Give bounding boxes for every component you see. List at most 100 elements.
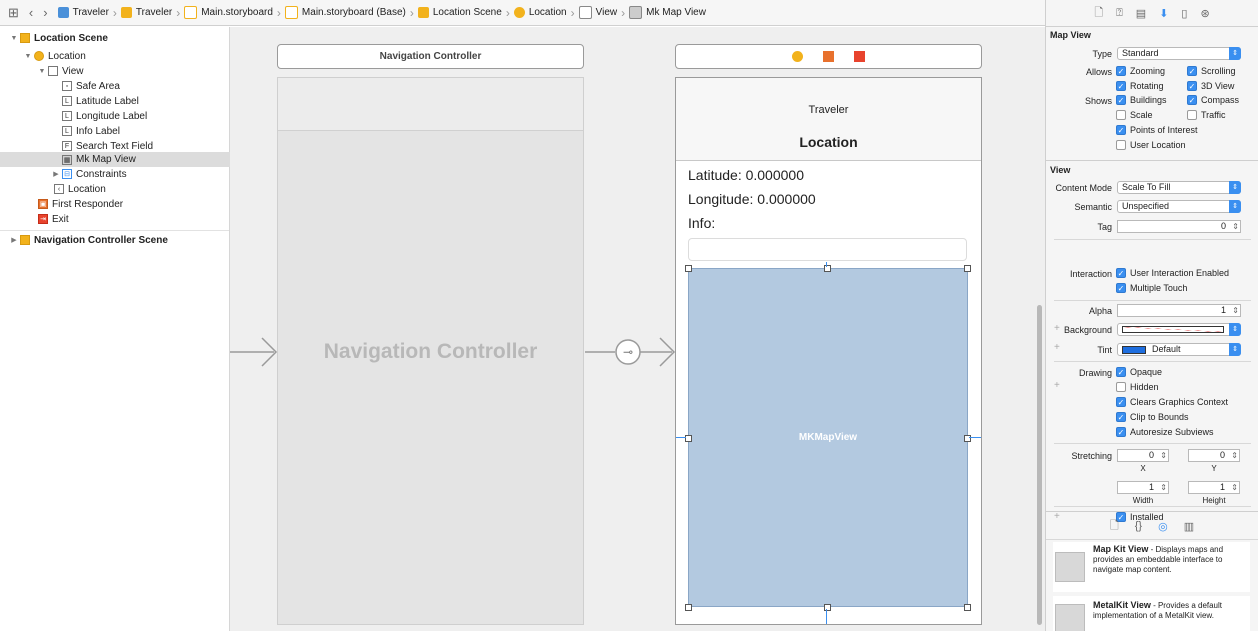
file-inspector-icon[interactable]: 🗋: [1094, 4, 1103, 23]
tag-field[interactable]: 0 ⇕: [1117, 220, 1241, 233]
breadcrumb-project[interactable]: Traveler ›: [57, 6, 117, 20]
stepper-icon[interactable]: ⇕: [1232, 221, 1239, 232]
constraint-line[interactable]: [676, 437, 686, 438]
outline-first-responder[interactable]: ▣ First Responder: [0, 197, 265, 211]
hidden-checkbox[interactable]: Hidden: [1116, 382, 1159, 392]
stepper-icon[interactable]: ⇕: [1160, 450, 1167, 461]
constraint-line[interactable]: [969, 437, 981, 438]
exit-icon[interactable]: [854, 51, 865, 62]
add-variation-icon[interactable]: +: [1054, 380, 1060, 391]
navigation-controller-scene-bar[interactable]: Navigation Controller: [277, 44, 584, 69]
disclosure-open-icon[interactable]: ▼: [38, 68, 46, 75]
breadcrumb-map-view[interactable]: Mk Map View: [629, 6, 706, 19]
outline-exit[interactable]: ⇥ Exit: [0, 212, 265, 226]
tint-color-popup[interactable]: Default ⇕: [1117, 343, 1241, 356]
outline-view[interactable]: ▼ View: [0, 64, 267, 78]
3d-view-checkbox[interactable]: ✓ 3D View: [1187, 81, 1234, 91]
tag-label: Tag: [1097, 222, 1112, 232]
library-item-metalkit-view[interactable]: MetalKit View - Provides a default imple…: [1053, 596, 1250, 631]
constraint-line[interactable]: [826, 609, 827, 624]
object-library-icon[interactable]: ◎: [1158, 520, 1168, 533]
scale-checkbox[interactable]: Scale: [1116, 110, 1153, 120]
location-scene-bar[interactable]: [675, 44, 982, 69]
resize-handle[interactable]: [964, 265, 971, 272]
opaque-checkbox[interactable]: ✓ Opaque: [1116, 367, 1162, 377]
constraint-line[interactable]: [826, 262, 827, 267]
back-icon[interactable]: ‹: [29, 5, 33, 20]
clip-to-bounds-checkbox[interactable]: ✓ Clip to Bounds: [1116, 412, 1189, 422]
disclosure-closed-icon[interactable]: ▶: [52, 170, 60, 178]
breadcrumb-folder[interactable]: Traveler ›: [120, 6, 180, 20]
first-responder-icon[interactable]: [823, 51, 834, 62]
scrolling-checkbox[interactable]: ✓ Scrolling: [1187, 66, 1236, 76]
forward-icon[interactable]: ›: [43, 5, 47, 20]
file-template-icon[interactable]: 🗋: [1110, 517, 1119, 536]
divider: [1054, 361, 1251, 362]
segue-relationship-icon[interactable]: ⊸: [618, 342, 638, 362]
stepper-icon[interactable]: ⇕: [1232, 305, 1239, 316]
autoresize-subviews-checkbox[interactable]: ✓ Autoresize Subviews: [1116, 427, 1214, 437]
background-color-popup[interactable]: ⇕: [1117, 323, 1241, 336]
stepper-icon[interactable]: ⇕: [1160, 482, 1167, 493]
stretch-height-field[interactable]: 1 ⇕: [1188, 481, 1240, 494]
section-header-map-view: Map View: [1050, 30, 1091, 40]
mk-map-view-label: MKMapView: [798, 432, 858, 443]
clears-graphics-context-checkbox[interactable]: ✓ Clears Graphics Context: [1116, 397, 1228, 407]
info-label[interactable]: Info:: [688, 215, 715, 231]
resize-handle[interactable]: [685, 435, 692, 442]
code-snippet-icon[interactable]: {}: [1135, 520, 1142, 532]
exit-icon: ⇥: [38, 214, 48, 224]
media-library-icon[interactable]: ▥: [1184, 520, 1194, 533]
breadcrumb-view[interactable]: View ›: [578, 6, 625, 20]
disclosure-closed-icon[interactable]: ▶: [10, 236, 18, 244]
resize-handle[interactable]: [685, 265, 692, 272]
disclosure-open-icon[interactable]: ▼: [24, 53, 32, 60]
content-mode-popup[interactable]: Scale To Fill ⇕: [1117, 181, 1241, 194]
compass-checkbox[interactable]: ✓ Compass: [1187, 95, 1239, 105]
breadcrumb-storyboard-base[interactable]: Main.storyboard (Base) ›: [284, 6, 414, 20]
view-controller-icon[interactable]: [792, 51, 803, 62]
resize-handle[interactable]: [685, 604, 692, 611]
rotating-checkbox[interactable]: ✓ Rotating: [1116, 81, 1164, 91]
connections-inspector-icon[interactable]: ⊛: [1200, 7, 1209, 20]
breadcrumb-view-controller[interactable]: Location ›: [513, 6, 575, 20]
stretch-y-field[interactable]: 0 ⇕: [1188, 449, 1240, 462]
longitude-label[interactable]: Longitude: 0.000000: [688, 191, 816, 207]
mk-map-view[interactable]: MKMapView: [688, 268, 968, 607]
user-location-checkbox[interactable]: User Location: [1116, 140, 1186, 150]
size-inspector-icon[interactable]: ▯: [1181, 7, 1187, 20]
scene-icon: [20, 235, 30, 245]
stepper-icon[interactable]: ⇕: [1231, 482, 1238, 493]
stepper-icon[interactable]: ⇕: [1231, 450, 1238, 461]
buildings-checkbox[interactable]: ✓ Buildings: [1116, 95, 1167, 105]
identity-inspector-icon[interactable]: ▤: [1136, 7, 1146, 20]
type-popup[interactable]: Standard ⇕: [1117, 47, 1241, 60]
library-item-text: Map Kit View - Displays maps and provide…: [1093, 544, 1224, 574]
semantic-popup[interactable]: Unspecified ⇕: [1117, 200, 1241, 213]
outline-location-controller[interactable]: ▼ Location: [0, 49, 253, 63]
multiple-touch-checkbox[interactable]: ✓ Multiple Touch: [1116, 283, 1187, 293]
traffic-checkbox[interactable]: Traffic: [1187, 110, 1226, 120]
divider: [1054, 506, 1251, 507]
zooming-checkbox[interactable]: ✓ Zooming: [1116, 66, 1165, 76]
canvas-scrollbar[interactable]: [1037, 305, 1042, 625]
disclosure-open-icon[interactable]: ▼: [10, 35, 18, 42]
latitude-label[interactable]: Latitude: 0.000000: [688, 167, 804, 183]
label-icon: L: [62, 111, 72, 121]
points-of-interest-checkbox[interactable]: ✓ Points of Interest: [1116, 125, 1198, 135]
help-inspector-icon[interactable]: ⍰: [1116, 7, 1123, 20]
breadcrumb-storyboard[interactable]: Main.storyboard ›: [184, 6, 281, 20]
search-text-field[interactable]: [688, 238, 967, 261]
attributes-inspector-icon[interactable]: ⬇: [1159, 7, 1168, 20]
outline-location-scene[interactable]: ▼ Location Scene: [0, 31, 239, 45]
outline-navigation-controller-scene[interactable]: ▶ Navigation Controller Scene: [0, 233, 239, 247]
user-interaction-checkbox[interactable]: ✓ User Interaction Enabled: [1116, 268, 1229, 278]
resize-handle[interactable]: [964, 604, 971, 611]
stretch-width-field[interactable]: 1 ⇕: [1117, 481, 1169, 494]
alpha-field[interactable]: 1 ⇕: [1117, 304, 1241, 317]
grid-icon[interactable]: ⊞: [8, 5, 19, 21]
breadcrumb-scene[interactable]: Location Scene ›: [417, 6, 510, 20]
library-item-map-kit-view[interactable]: Map Kit View - Displays maps and provide…: [1053, 542, 1250, 592]
height-caption: Height: [1202, 496, 1226, 505]
stretch-x-field[interactable]: 0 ⇕: [1117, 449, 1169, 462]
